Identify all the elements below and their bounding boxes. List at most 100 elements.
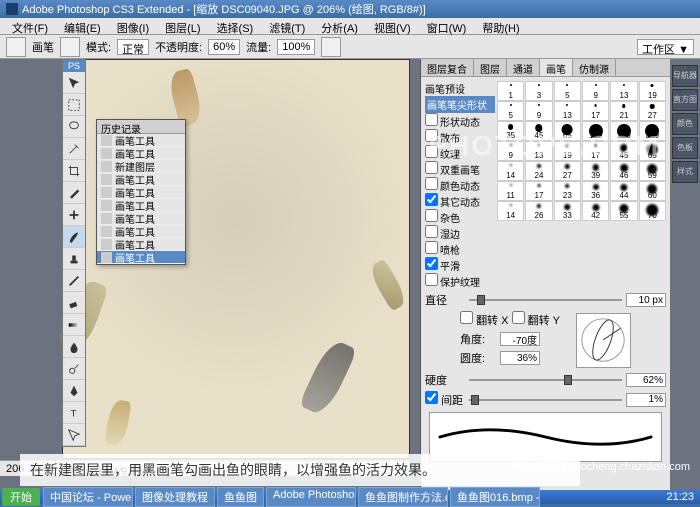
brush-section[interactable]: 平滑	[425, 257, 495, 273]
tab-brushes[interactable]: 画笔	[540, 59, 573, 76]
brush-preset-cell[interactable]: 5	[554, 81, 581, 101]
gradient-tool[interactable]	[63, 314, 85, 336]
brush-preset-cell[interactable]: 55	[610, 201, 637, 221]
brush-section[interactable]: 喷枪	[425, 241, 495, 257]
brush-section[interactable]: 其它动态	[425, 193, 495, 209]
taskbar-item[interactable]: 鱼鱼图016.bmp - 画图	[450, 487, 540, 507]
brush-preset-cell[interactable]: 17	[582, 101, 609, 121]
brush-tool[interactable]	[63, 226, 85, 248]
diameter-slider[interactable]	[469, 295, 622, 305]
menu-window[interactable]: 窗口(W)	[419, 18, 475, 34]
brush-preset-cell[interactable]: 13	[554, 101, 581, 121]
dock-styles[interactable]: 样式	[672, 161, 698, 183]
blur-tool[interactable]	[63, 336, 85, 358]
eyedropper-tool[interactable]	[63, 182, 85, 204]
brush-preset-header[interactable]: 画笔预设	[425, 81, 495, 96]
hardness-slider[interactable]	[469, 375, 622, 385]
system-clock[interactable]: 21:23	[660, 491, 700, 503]
brush-preset-cell[interactable]: 24	[525, 161, 552, 181]
brush-preset-cell[interactable]: 36	[582, 181, 609, 201]
brush-preset-cell[interactable]: 21	[610, 101, 637, 121]
marquee-tool[interactable]	[63, 94, 85, 116]
history-brush-tool[interactable]	[63, 270, 85, 292]
angle-control[interactable]	[576, 313, 631, 368]
flip-x-check[interactable]	[460, 311, 473, 324]
pen-tool[interactable]	[63, 380, 85, 402]
menu-help[interactable]: 帮助(H)	[474, 18, 527, 34]
heal-tool[interactable]	[63, 204, 85, 226]
brush-preset-cell[interactable]: 26	[525, 201, 552, 221]
brush-preset-cell[interactable]: 19	[639, 81, 666, 101]
brush-preset-cell[interactable]: 17	[525, 181, 552, 201]
brush-section[interactable]: 颜色动态	[425, 177, 495, 193]
brush-preset-cell[interactable]: 70	[639, 201, 666, 221]
type-tool[interactable]: T	[63, 402, 85, 424]
taskbar-item[interactable]: Adobe Photoshop CS3	[266, 487, 356, 507]
brush-preset-cell[interactable]: 27	[554, 161, 581, 181]
flip-y-check[interactable]	[512, 311, 525, 324]
brush-preset-cell[interactable]: 1	[497, 81, 524, 101]
brush-preset-cell[interactable]: 9	[525, 101, 552, 121]
wand-tool[interactable]	[63, 138, 85, 160]
move-tool[interactable]	[63, 72, 85, 94]
brush-preset-cell[interactable]: 14	[497, 201, 524, 221]
menu-view[interactable]: 视图(V)	[366, 18, 419, 34]
menu-file[interactable]: 文件(F)	[4, 18, 56, 34]
toolbox-header[interactable]: PS	[63, 60, 85, 72]
brush-tool-icon[interactable]	[6, 37, 26, 57]
path-tool[interactable]	[63, 424, 85, 446]
taskbar-item[interactable]: 中国论坛 - Powered	[43, 487, 133, 507]
brush-section[interactable]: 杂色	[425, 209, 495, 225]
brush-preset-cell[interactable]: 44	[610, 181, 637, 201]
menu-image[interactable]: 图像(I)	[109, 18, 157, 34]
angle-field[interactable]	[500, 332, 540, 346]
brush-preset-cell[interactable]: 27	[639, 101, 666, 121]
tab-layers[interactable]: 图层	[474, 59, 507, 76]
history-item[interactable]: 画笔工具	[97, 251, 185, 264]
brush-preset-cell[interactable]: 60	[639, 181, 666, 201]
hardness-field[interactable]	[626, 373, 666, 387]
airbrush-icon[interactable]	[321, 37, 341, 57]
menu-filter[interactable]: 滤镜(T)	[261, 18, 313, 34]
lasso-tool[interactable]	[63, 116, 85, 138]
dock-navigator[interactable]: 导航器	[672, 65, 698, 87]
brush-preset-cell[interactable]: 46	[610, 161, 637, 181]
brush-section[interactable]: 画笔笔尖形状	[425, 96, 495, 113]
roundness-field[interactable]	[500, 351, 540, 365]
brush-section[interactable]: 湿边	[425, 225, 495, 241]
mode-select[interactable]: 正常	[117, 39, 149, 55]
brush-preset-cell[interactable]: 33	[554, 201, 581, 221]
brush-preset-cell[interactable]: 11	[497, 181, 524, 201]
brush-preset-cell[interactable]: 13	[610, 81, 637, 101]
menu-edit[interactable]: 编辑(E)	[56, 18, 109, 34]
brush-preset-cell[interactable]: 14	[497, 161, 524, 181]
tab-channels[interactable]: 通道	[507, 59, 540, 76]
flow-field[interactable]: 100%	[277, 39, 315, 55]
spacing-check[interactable]	[425, 391, 438, 404]
dock-swatches[interactable]: 色板	[672, 137, 698, 159]
dodge-tool[interactable]	[63, 358, 85, 380]
brush-preset-cell[interactable]: 59	[639, 161, 666, 181]
menu-analysis[interactable]: 分析(A)	[313, 18, 366, 34]
dock-histogram[interactable]: 直方图	[672, 89, 698, 111]
brush-section[interactable]: 形状动态	[425, 113, 495, 129]
tab-clone-source[interactable]: 仿制源	[573, 59, 616, 76]
brush-preset-cell[interactable]: 23	[554, 181, 581, 201]
brush-preset-cell[interactable]: 39	[582, 161, 609, 181]
menu-layer[interactable]: 图层(L)	[157, 18, 208, 34]
start-button[interactable]: 开始	[2, 488, 40, 506]
workspace-menu[interactable]: 工作区 ▼	[637, 39, 694, 55]
dock-color[interactable]: 颜色	[672, 113, 698, 135]
taskbar-item[interactable]: 鱼鱼图	[217, 487, 264, 507]
menu-select[interactable]: 选择(S)	[209, 18, 262, 34]
brush-preset-cell[interactable]: 9	[582, 81, 609, 101]
taskbar-item[interactable]: 图像处理教程	[135, 487, 215, 507]
brush-preset-picker[interactable]	[60, 37, 80, 57]
spacing-slider[interactable]	[469, 395, 622, 405]
brush-section[interactable]: 保护纹理	[425, 273, 495, 289]
stamp-tool[interactable]	[63, 248, 85, 270]
brush-preset-cell[interactable]: 3	[525, 81, 552, 101]
brush-preset-cell[interactable]: 42	[582, 201, 609, 221]
brush-section[interactable]: 双重画笔	[425, 161, 495, 177]
eraser-tool[interactable]	[63, 292, 85, 314]
